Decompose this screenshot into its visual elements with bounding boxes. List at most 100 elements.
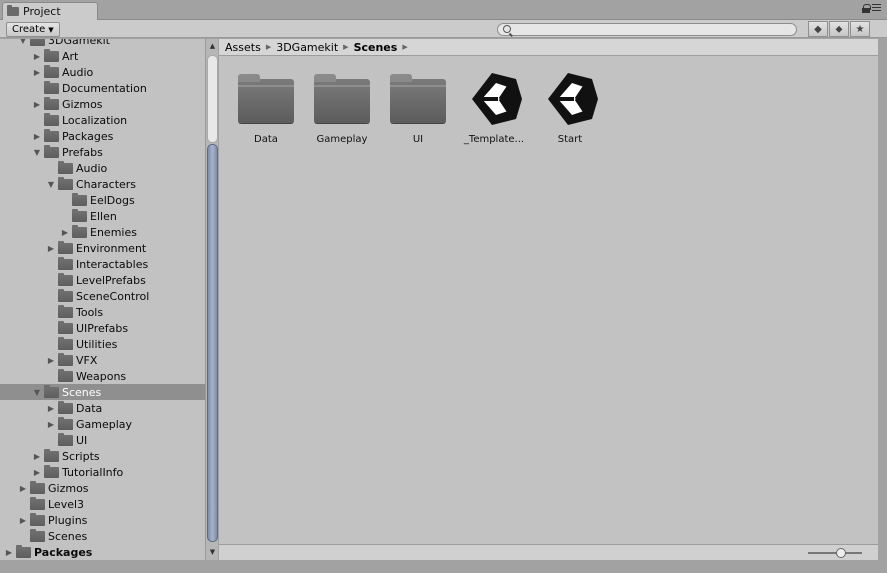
favorite-button[interactable]: ★ [850, 21, 870, 37]
tree-item[interactable]: UIPrefabs [0, 320, 205, 336]
project-toolbar: Create ▼ ◆ ⬥ ★ [0, 20, 887, 38]
tree-item-label: SceneControl [76, 289, 150, 303]
folder-icon [30, 528, 45, 542]
tree-item[interactable]: ▶ Plugins [0, 512, 205, 528]
breadcrumb-item[interactable]: Scenes [354, 41, 398, 54]
tree-item[interactable]: ▶ Scripts [0, 448, 205, 464]
tree-item[interactable]: Weapons [0, 368, 205, 384]
folder-icon [58, 368, 73, 382]
tree-item[interactable]: ▶ Packages [0, 128, 205, 144]
window-edge [878, 39, 887, 560]
asset-folder[interactable]: Data [228, 69, 304, 145]
asset-scene[interactable]: Start [532, 69, 608, 145]
expand-arrow-icon[interactable]: ▼ [18, 39, 28, 45]
tree-item[interactable]: ▼ Characters [0, 176, 205, 192]
collapse-arrow-icon[interactable]: ▶ [32, 452, 42, 461]
scrollbar-thumb[interactable] [207, 144, 218, 542]
folder-icon [44, 128, 59, 142]
tree-item[interactable]: Utilities [0, 336, 205, 352]
breadcrumb-separator-icon: ▶ [402, 43, 408, 51]
context-menu-icon[interactable] [872, 4, 881, 12]
window-controls [862, 4, 881, 13]
tree-item[interactable]: UI [0, 432, 205, 448]
tree-item[interactable]: EelDogs [0, 192, 205, 208]
breadcrumb-separator-icon: ▶ [265, 43, 272, 51]
collapse-arrow-icon[interactable]: ▶ [46, 356, 56, 365]
tree-item[interactable]: ▶ Gizmos [0, 96, 205, 112]
filter-by-type-button[interactable]: ◆ [808, 21, 828, 37]
tree-item[interactable]: ▶ Packages [0, 544, 205, 560]
search-icon [503, 25, 511, 33]
tab-project[interactable]: Project [2, 2, 98, 20]
tree-item[interactable]: ▼ 3DGamekit [0, 39, 205, 48]
breadcrumb-item[interactable]: 3DGamekit [276, 41, 338, 54]
filter-by-label-button[interactable]: ⬥ [829, 21, 849, 37]
collapse-arrow-icon[interactable]: ▶ [32, 132, 42, 141]
tree-item-label: Scenes [48, 529, 88, 543]
collapse-arrow-icon[interactable]: ▶ [18, 484, 28, 493]
status-bar [219, 544, 878, 560]
tree-item[interactable]: ▶ Gameplay [0, 416, 205, 432]
tree-item[interactable]: ▶ TutorialInfo [0, 464, 205, 480]
lock-icon[interactable] [862, 4, 871, 13]
asset-scene[interactable]: _Template... [456, 69, 532, 145]
tree-item[interactable]: ▶ Audio [0, 64, 205, 80]
breadcrumb-item[interactable]: Assets [225, 41, 261, 54]
tree-item[interactable]: ▶ Data [0, 400, 205, 416]
collapse-arrow-icon[interactable]: ▶ [46, 404, 56, 413]
scroll-up-icon[interactable]: ▲ [207, 41, 218, 52]
expand-arrow-icon[interactable]: ▼ [46, 180, 56, 189]
tree-item[interactable]: ▶ Environment [0, 240, 205, 256]
collapse-arrow-icon[interactable]: ▶ [32, 68, 42, 77]
folder-icon [44, 144, 59, 158]
tree-item[interactable]: SceneControl [0, 288, 205, 304]
tree-scrollbar[interactable]: ▲ ▼ [205, 39, 218, 560]
tree-item[interactable]: Tools [0, 304, 205, 320]
collapse-arrow-icon[interactable]: ▶ [46, 244, 56, 253]
tree-item[interactable]: Audio [0, 160, 205, 176]
tree-item[interactable]: Interactables [0, 256, 205, 272]
tree-item-label: Enemies [90, 225, 137, 239]
tree-item-label: Plugins [48, 513, 88, 527]
collapse-arrow-icon[interactable]: ▶ [32, 468, 42, 477]
expand-arrow-icon[interactable]: ▼ [32, 148, 42, 157]
tree-item[interactable]: ▶ Enemies [0, 224, 205, 240]
tree-item[interactable]: Scenes [0, 528, 205, 544]
collapse-arrow-icon[interactable]: ▶ [46, 420, 56, 429]
tree-item[interactable]: ▶ Gizmos [0, 480, 205, 496]
folder-icon [58, 256, 73, 270]
folder-icon [44, 112, 59, 126]
asset-folder[interactable]: UI [380, 69, 456, 145]
tree-item-label: Data [76, 401, 103, 415]
collapse-arrow-icon[interactable]: ▶ [4, 548, 14, 557]
tree-item-label: LevelPrefabs [76, 273, 146, 287]
tree-item[interactable]: Level3 [0, 496, 205, 512]
collapse-arrow-icon[interactable]: ▶ [32, 100, 42, 109]
tree-item-label: Utilities [76, 337, 118, 351]
tree-item-label: 3DGamekit [48, 39, 110, 47]
scroll-down-icon[interactable]: ▼ [207, 547, 218, 558]
tree-item[interactable]: Documentation [0, 80, 205, 96]
tree-item-label: Audio [62, 65, 94, 79]
dropdown-caret-icon: ▼ [48, 25, 54, 34]
tree-item[interactable]: ▶ VFX [0, 352, 205, 368]
folder-icon [44, 448, 59, 462]
folder-icon [58, 272, 73, 286]
zoom-slider[interactable] [808, 548, 862, 558]
create-button[interactable]: Create ▼ [6, 22, 60, 37]
tree-item[interactable]: ▶ Art [0, 48, 205, 64]
tree-item[interactable]: ▼ Scenes [0, 384, 205, 400]
tree-item[interactable]: Localization [0, 112, 205, 128]
collapse-arrow-icon[interactable]: ▶ [60, 228, 70, 237]
expand-arrow-icon[interactable]: ▼ [32, 388, 42, 397]
collapse-arrow-icon[interactable]: ▶ [18, 516, 28, 525]
tree-item[interactable]: ▼ Prefabs [0, 144, 205, 160]
collapse-arrow-icon[interactable]: ▶ [32, 52, 42, 61]
tree-item-label: Audio [76, 161, 108, 175]
folder-icon [312, 69, 372, 129]
zoom-slider-knob[interactable] [836, 548, 846, 558]
tree-item[interactable]: Ellen [0, 208, 205, 224]
tree-item[interactable]: LevelPrefabs [0, 272, 205, 288]
asset-folder[interactable]: Gameplay [304, 69, 380, 145]
search-input[interactable] [497, 23, 797, 36]
